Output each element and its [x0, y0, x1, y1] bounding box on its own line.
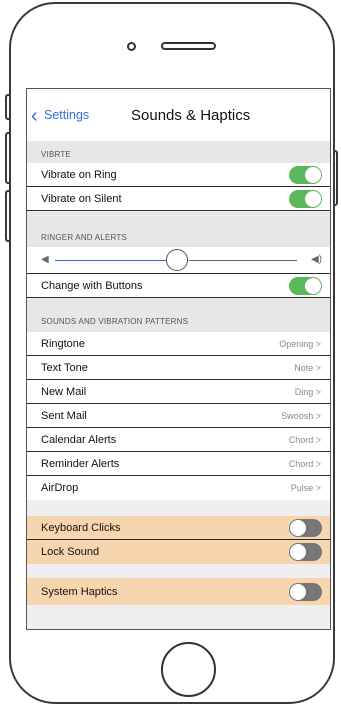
toggle-knob — [305, 191, 321, 207]
row-value: Chord > — [288, 459, 321, 469]
row-change-with-buttons: Change with Buttons — [27, 274, 330, 298]
row-label: Vibrate on Ring — [41, 169, 117, 181]
row-keyboard-clicks: Keyboard Clicks — [27, 516, 330, 540]
toggle-knob — [290, 584, 306, 600]
front-camera-icon — [127, 42, 136, 51]
row-lock-sound: Lock Sound — [27, 540, 330, 564]
settings-screen: ‹ Settings Sounds & Haptics VIBRTE Vibra… — [26, 88, 331, 630]
toggle-knob — [290, 544, 306, 560]
row-vibrate-on-ring: Vibrate on Ring — [27, 163, 330, 187]
row-value: Chord > — [288, 435, 321, 445]
section-header-vibrate: VIBRTE — [27, 141, 330, 163]
row-label: AirDrop — [41, 482, 79, 494]
toggle-knob — [290, 520, 306, 536]
row-value: Swoosh > — [281, 411, 321, 421]
row-value: Opening > — [279, 339, 321, 349]
row-value: Ding > — [294, 387, 321, 397]
row-airdrop[interactable]: AirDrop Pulse > — [27, 476, 330, 500]
row-label: Calendar Alerts — [41, 434, 117, 446]
row-label: Reminder Alerts — [41, 458, 120, 470]
vibrate-on-silent-toggle[interactable] — [289, 190, 322, 208]
row-label: Text Tone — [41, 362, 88, 374]
row-label: Change with Buttons — [41, 280, 143, 292]
page-title: Sounds & Haptics — [131, 107, 251, 124]
vibrate-on-ring-toggle[interactable] — [289, 166, 322, 184]
back-button[interactable]: Settings — [44, 108, 89, 122]
row-calendar-alerts[interactable]: Calendar Alerts Chord > — [27, 428, 330, 452]
section-header-sounds: SOUNDS AND VIBRATION PATTERNS — [27, 299, 330, 332]
toggle-knob — [305, 278, 321, 294]
row-label: Keyboard Clicks — [41, 522, 121, 534]
row-label: Lock Sound — [41, 546, 100, 558]
speaker-low-icon: ◀ — [41, 254, 49, 265]
home-button[interactable] — [161, 642, 216, 697]
row-label: New Mail — [41, 386, 87, 398]
chevron-left-icon[interactable]: ‹ — [31, 106, 38, 126]
lock-sound-toggle[interactable] — [289, 543, 322, 561]
row-label: Sent Mail — [41, 410, 87, 422]
change-with-buttons-toggle[interactable] — [289, 277, 322, 295]
row-value: Note > — [294, 363, 321, 373]
slider-track-empty — [189, 260, 297, 261]
row-value: Pulse > — [290, 483, 321, 493]
row-reminder-alerts[interactable]: Reminder Alerts Chord > — [27, 452, 330, 476]
navigation-bar: ‹ Settings Sounds & Haptics — [27, 89, 330, 141]
slider-thumb[interactable] — [166, 249, 188, 271]
toggle-knob — [305, 167, 321, 183]
system-haptics-toggle[interactable] — [289, 583, 322, 601]
keyboard-clicks-toggle[interactable] — [289, 519, 322, 537]
row-vibrate-on-silent: Vibrate on Silent — [27, 187, 330, 211]
row-sent-mail[interactable]: Sent Mail Swoosh > — [27, 404, 330, 428]
row-new-mail[interactable]: New Mail Ding > — [27, 380, 330, 404]
row-label: System Haptics — [41, 586, 118, 598]
section-header-ringer: RINGER AND ALERTS — [27, 212, 330, 247]
row-label: Ringtone — [41, 338, 86, 350]
row-system-haptics: System Haptics — [27, 578, 330, 605]
speaker-high-icon: ◀) — [310, 254, 322, 265]
row-ringtone[interactable]: Ringtone Opening > — [27, 332, 330, 356]
slider-track-filled — [55, 260, 169, 261]
row-label: Vibrate on Silent — [41, 193, 122, 205]
ringer-volume-slider[interactable]: ◀ ◀) — [27, 247, 330, 274]
row-text-tone[interactable]: Text Tone Note > — [27, 356, 330, 380]
speaker-grille — [161, 42, 216, 50]
